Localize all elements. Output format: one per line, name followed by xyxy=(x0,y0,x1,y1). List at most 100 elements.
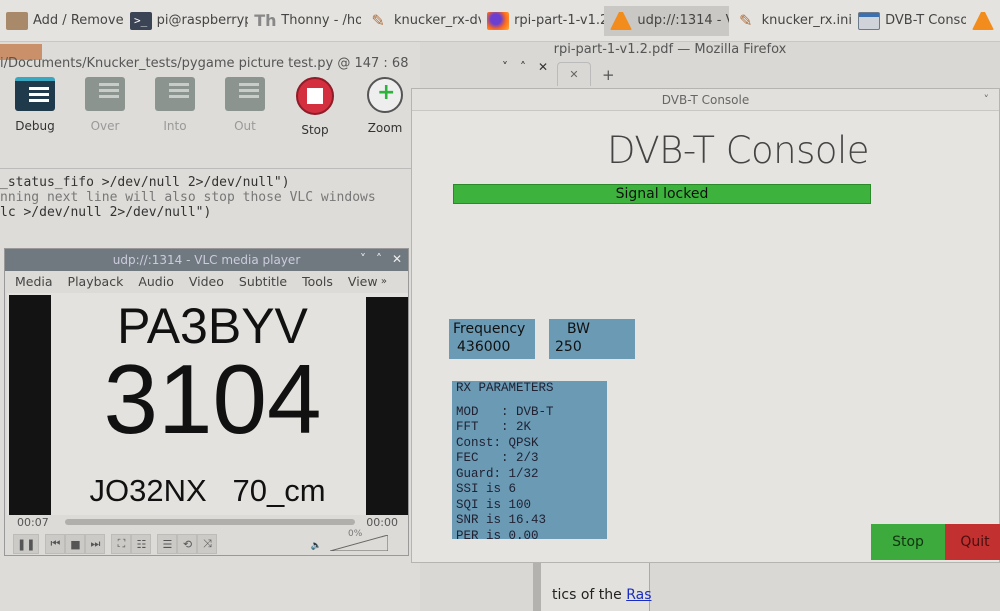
pause-icon: ❚❚ xyxy=(17,537,36,551)
text-editor-icon: ✎ xyxy=(371,10,385,30)
task-label: DVB-T Console xyxy=(885,13,966,28)
firefox-tab[interactable]: ✕ xyxy=(557,62,591,86)
code-editor[interactable]: _status_fifo >/dev/null 2>/dev/null") nni… xyxy=(0,175,376,220)
remaining-time: 00:00 xyxy=(366,516,398,529)
stop-button[interactable]: Stop xyxy=(280,72,350,147)
menu-audio[interactable]: Audio xyxy=(138,274,174,289)
maximize-button[interactable]: ˄ xyxy=(520,60,526,74)
menu-view[interactable]: View xyxy=(348,274,378,289)
loop-icon: ⟲ xyxy=(182,537,193,551)
playlist-button[interactable]: ☰ xyxy=(157,534,178,554)
loop-button[interactable]: ⟲ xyxy=(177,534,198,554)
step-over-label: Over xyxy=(90,119,120,133)
step-over-icon xyxy=(85,77,125,111)
file-path: i/Documents/Knucker_tests/pygame picture… xyxy=(0,56,409,71)
stop-icon: ■ xyxy=(70,537,81,551)
task-terminal[interactable]: >_ pi@raspberryp... xyxy=(124,6,248,36)
body-link[interactable]: Ras xyxy=(626,587,651,603)
signal-status: Signal locked xyxy=(453,184,871,204)
minimize-button[interactable]: ˅ xyxy=(502,60,508,74)
seek-slider[interactable] xyxy=(65,519,355,525)
text-editor-icon: ✎ xyxy=(738,10,753,30)
previous-button[interactable]: ⏮ xyxy=(45,534,66,554)
debug-button[interactable]: Debug xyxy=(0,72,70,147)
step-into-button[interactable]: Into xyxy=(140,72,210,147)
quit-button[interactable]: Quit xyxy=(945,524,1000,560)
task-editor-ini[interactable]: ✎ knucker_rx.ini ... xyxy=(729,6,852,36)
zoom-label: Zoom xyxy=(367,121,403,135)
rx-line: Guard: 1/32 xyxy=(456,466,539,481)
rx-parameters-box: RX PARAMETERS MOD : DVB-T FFT : 2K Const: Q… xyxy=(452,381,607,543)
step-over-button[interactable]: Over xyxy=(70,72,140,147)
task-thonny[interactable]: Th Thonny - /ho... xyxy=(248,6,361,36)
playback-controls: ❚❚ ⏮ ■ ⏭ ⛶ ☷ ☰ ⟲ ⤨ xyxy=(13,533,218,555)
tab-close-icon[interactable]: ✕ xyxy=(569,68,578,81)
bandwidth-value: 250 xyxy=(555,339,582,355)
stop-playback-button[interactable]: ■ xyxy=(65,534,86,554)
vlc-menubar: Media Playback Audio Video Subtitle Tool… xyxy=(5,271,408,291)
close-button[interactable]: ✕ xyxy=(392,252,402,266)
extended-settings-button[interactable]: ☷ xyxy=(131,534,152,554)
rx-line: FFT : 2K xyxy=(456,420,532,434)
step-out-button[interactable]: Out xyxy=(210,72,280,147)
debug-label: Debug xyxy=(15,119,55,133)
task-vlc-2[interactable] xyxy=(966,6,1000,36)
step-out-icon xyxy=(225,77,265,111)
vlc-icon xyxy=(971,11,994,30)
code-line: nning next line will also stop those VLC… xyxy=(0,190,376,205)
firefox-scrollbar[interactable] xyxy=(533,562,541,611)
dvb-console-window: DVB-T Console ˅ DVB-T Console Signal loc… xyxy=(411,88,1000,563)
vlc-titlebar[interactable]: udp://:1314 - VLC media player ˅ ˄ ✕ xyxy=(5,249,408,271)
maximize-button[interactable]: ˄ xyxy=(376,252,382,266)
task-editor-dvb[interactable]: ✎ knucker_rx-dv... xyxy=(361,6,481,36)
volume-slider[interactable]: 0% xyxy=(330,529,388,551)
thonny-icon: Th xyxy=(254,10,277,30)
fullscreen-icon: ⛶ xyxy=(117,537,126,550)
task-label: knucker_rx.ini ... xyxy=(761,13,853,28)
fullscreen-button[interactable]: ⛶ xyxy=(111,534,132,554)
pause-button[interactable]: ❚❚ xyxy=(13,534,40,554)
shuffle-icon: ⤨ xyxy=(203,537,212,550)
menu-subtitle[interactable]: Subtitle xyxy=(239,274,287,289)
code-line: _status_fifo >/dev/null 2>/dev/null") xyxy=(0,175,290,190)
task-firefox[interactable]: rpi-part-1-v1.2... xyxy=(481,6,604,36)
task-label: Add / Remove ... xyxy=(33,13,124,28)
close-button[interactable]: ✕ xyxy=(538,60,548,74)
vlc-window-buttons: ˅ ˄ ✕ xyxy=(360,252,402,266)
window-icon xyxy=(858,11,881,30)
firefox-body-text: tics of the Ras xyxy=(552,587,652,603)
task-vlc[interactable]: udp://:1314 - V... xyxy=(604,5,729,36)
menu-media[interactable]: Media xyxy=(15,274,53,289)
new-tab-button[interactable]: + xyxy=(602,66,615,84)
equalizer-icon: ☷ xyxy=(136,537,147,551)
speaker-icon[interactable]: 🔈 xyxy=(311,541,322,551)
zoom-icon xyxy=(367,77,403,113)
next-button[interactable]: ⏭ xyxy=(85,534,106,554)
menu-tools[interactable]: Tools xyxy=(302,274,333,289)
frequency-value: 436000 xyxy=(457,339,511,355)
task-add-remove[interactable]: Add / Remove ... xyxy=(0,6,124,36)
shuffle-button[interactable]: ⤨ xyxy=(197,534,218,554)
minimize-button[interactable]: ˅ xyxy=(360,252,366,266)
dvb-titlebar[interactable]: DVB-T Console ˅ xyxy=(412,89,999,111)
playlist-icon: ☰ xyxy=(162,537,173,551)
menu-playback[interactable]: Playback xyxy=(68,274,124,289)
thonny-toolbar: Debug Over Into Out Stop Zoom xyxy=(0,72,420,147)
dvb-window-title: DVB-T Console xyxy=(661,93,750,107)
video-number: 3104 xyxy=(103,344,322,454)
menu-more[interactable]: » xyxy=(381,276,387,287)
video-area[interactable]: PA3BYV 3104 JO32NX 70_cm xyxy=(7,293,408,515)
zoom-button[interactable]: Zoom xyxy=(350,72,420,147)
code-line: lc >/dev/null 2>/dev/null") xyxy=(0,205,212,220)
divider xyxy=(0,168,420,169)
rx-line: Const: QPSK xyxy=(456,435,539,450)
task-dvb-console[interactable]: DVB-T Console xyxy=(852,6,966,36)
rx-header: RX PARAMETERS xyxy=(456,381,554,395)
chevron-down-icon[interactable]: ˅ xyxy=(984,89,990,111)
stop-button[interactable]: Stop xyxy=(871,524,945,560)
task-label: Thonny - /ho... xyxy=(281,13,362,28)
menu-video[interactable]: Video xyxy=(189,274,224,289)
rx-line: MOD : DVB-T xyxy=(456,404,554,419)
vlc-icon xyxy=(610,11,633,30)
rx-line: PER is 0.00 xyxy=(456,528,539,543)
